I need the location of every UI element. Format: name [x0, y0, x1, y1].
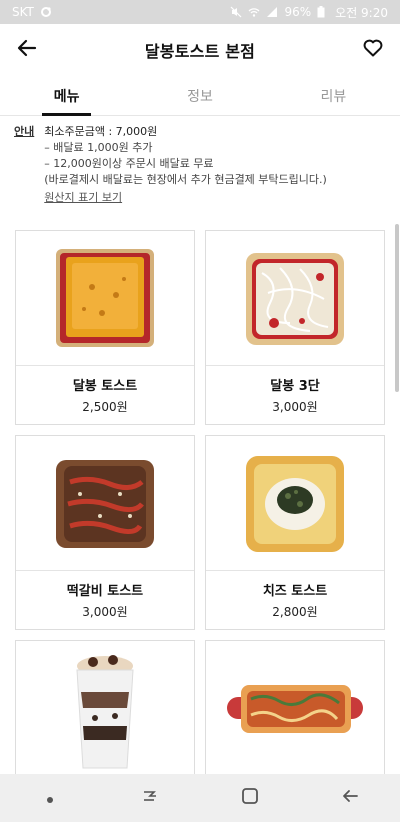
store-tabs: 메뉴 정보 리뷰 [0, 76, 400, 116]
menu-item-image [16, 436, 194, 571]
min-order-text: 최소주문금액 : 7,000원 [44, 125, 158, 138]
arrow-left-icon [17, 38, 37, 62]
store-title: 달봉토스트 본점 [144, 42, 256, 61]
nav-dot-button[interactable] [30, 778, 70, 818]
back-button[interactable] [14, 37, 40, 63]
notice-section: 안내 최소주문금액 : 7,000원 – 배달료 1,000원 추가 – 12,… [14, 124, 386, 206]
menu-grid: 달봉 토스트 2,500원 달봉 3단 3,000원 떡갈비 토스트 3,000… [15, 230, 385, 780]
menu-item[interactable]: 떡갈비 토스트 3,000원 [15, 435, 195, 630]
recent-apps-icon [140, 786, 160, 810]
menu-item-price: 3,000원 [82, 605, 128, 619]
notice-content: 최소주문금액 : 7,000원 – 배달료 1,000원 추가 – 12,000… [44, 124, 327, 206]
battery-percent: 96% [284, 5, 312, 19]
menu-item[interactable]: 달봉 토스트 2,500원 [15, 230, 195, 425]
app-bar: 달봉토스트 본점 [0, 24, 400, 76]
tab-info[interactable]: 정보 [133, 76, 266, 115]
menu-item-info: 떡갈비 토스트 3,000원 [16, 571, 194, 629]
notice-line: – 배달료 1,000원 추가 [44, 141, 153, 154]
battery-icon [317, 6, 329, 18]
sync-icon [40, 6, 52, 18]
menu-item-info: 달봉 3단 3,000원 [206, 366, 384, 424]
recent-apps-button[interactable] [130, 778, 170, 818]
menu-item[interactable] [15, 640, 195, 780]
menu-item-name: 달봉 토스트 [72, 379, 138, 394]
notice-line: – 12,000원이상 주문시 배달료 무료 [44, 157, 214, 170]
notice-line: (바로결제시 배달료는 현장에서 추가 현금결제 부탁드립니다.) [44, 173, 327, 186]
notice-tag: 안내 [14, 125, 35, 138]
status-bar: SKT 96% 오전 9:20 [0, 0, 400, 24]
home-button[interactable] [230, 778, 270, 818]
scrollbar[interactable] [395, 224, 399, 392]
menu-item-image [16, 231, 194, 366]
carrier-label: SKT [12, 5, 34, 19]
menu-item[interactable]: 달봉 3단 3,000원 [205, 230, 385, 425]
menu-item[interactable] [205, 640, 385, 780]
menu-item-name: 치즈 토스트 [262, 584, 328, 599]
signal-icon [266, 6, 278, 18]
menu-item-image [206, 436, 384, 571]
menu-item-image [206, 641, 384, 776]
back-icon [340, 786, 360, 810]
dot-icon [46, 789, 54, 808]
heart-outline-icon [363, 39, 383, 61]
menu-item-price: 2,500원 [82, 400, 128, 414]
menu-item[interactable]: 치즈 토스트 2,800원 [205, 435, 385, 630]
tab-menu[interactable]: 메뉴 [0, 76, 133, 116]
menu-item-image [16, 641, 194, 776]
menu-item-price: 2,800원 [272, 605, 318, 619]
system-back-button[interactable] [330, 778, 370, 818]
clock: 오전 9:20 [335, 5, 388, 20]
favorite-button[interactable] [360, 37, 386, 63]
home-icon [241, 787, 259, 809]
menu-item-image [206, 231, 384, 366]
menu-item-info: 달봉 토스트 2,500원 [16, 366, 194, 424]
menu-item-info: 치즈 토스트 2,800원 [206, 571, 384, 629]
mute-icon [230, 6, 242, 18]
menu-item-name: 떡갈비 토스트 [66, 584, 144, 599]
system-nav-bar [0, 774, 400, 822]
origin-info-link[interactable]: 원산지 표기 보기 [44, 190, 122, 206]
menu-item-price: 3,000원 [272, 400, 318, 414]
wifi-icon [248, 6, 260, 18]
tab-review[interactable]: 리뷰 [267, 76, 400, 115]
menu-item-name: 달봉 3단 [270, 379, 320, 394]
